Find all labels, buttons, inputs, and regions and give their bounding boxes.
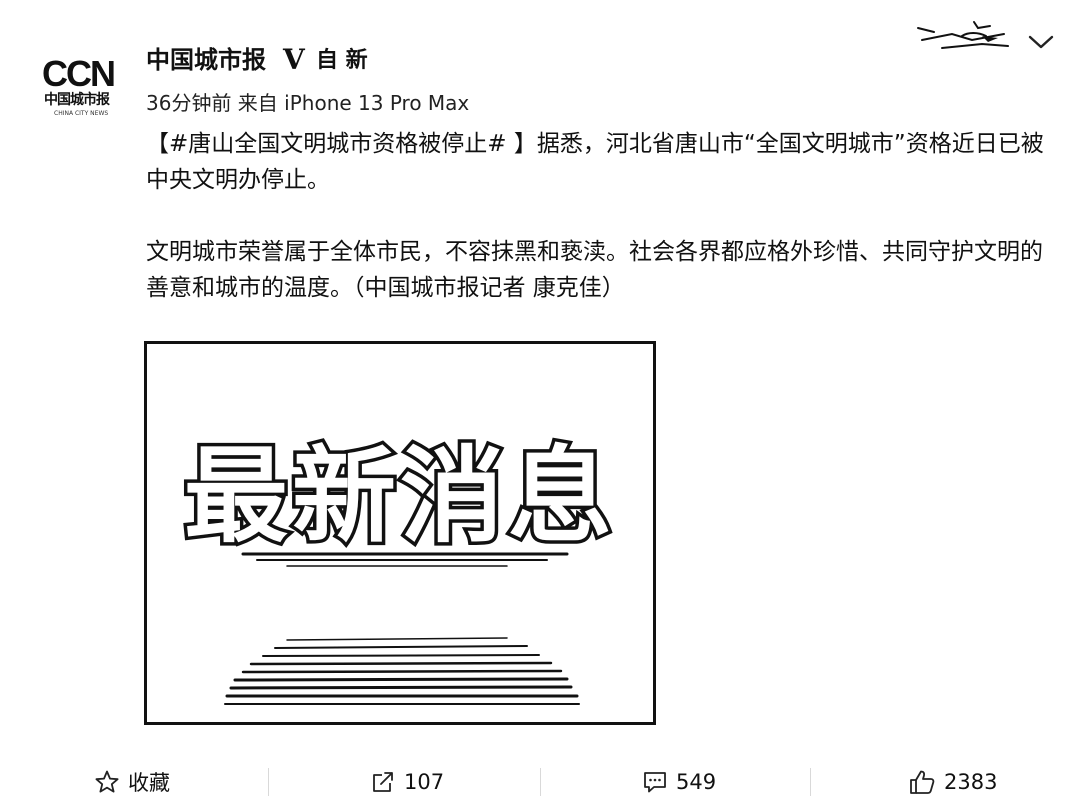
avatar-logo-cn: 中国城市报 [44, 92, 110, 108]
verified-icon: V [283, 43, 305, 76]
like-count: 2383 [944, 770, 998, 794]
favorite-label: 收藏 [128, 771, 170, 795]
image-title-text: 最新消息 [184, 435, 616, 557]
decoration-icon [917, 21, 1009, 49]
post-paragraph-2: 文明城市荣誉属于全体市民，不容抹黑和亵渎。社会各界都应格外珍惜、共同守护文明的善… [146, 239, 1043, 301]
repost-count: 107 [404, 770, 445, 794]
post-text: 【#唐山全国文明城市资格被停止# 】据悉，河北省唐山市“全国文明城市”资格近日已… [146, 126, 1056, 306]
comment-icon [644, 772, 666, 793]
thumbs-up-icon [910, 770, 935, 794]
divider [268, 768, 269, 796]
divider [810, 768, 811, 796]
avatar[interactable]: CCN 中国城市报 CHINA CITY NEWS [38, 48, 124, 128]
avatar-logo-mark: CCN [42, 53, 116, 94]
avatar-logo-en: CHINA CITY NEWS [54, 110, 109, 117]
floor-lines [224, 637, 580, 705]
breaking-news-graphic: 最新消息 [180, 432, 616, 705]
action-bar: 收藏 107 549 2383 [0, 760, 1080, 804]
vip-badge[interactable]: 自 新 [316, 46, 368, 76]
post-image[interactable]: 最新消息 [144, 341, 656, 725]
hashtag-link[interactable]: 【#唐山全国文明城市资格被停止# 】 [146, 131, 537, 157]
divider [540, 768, 541, 796]
repost-icon [373, 772, 393, 792]
repost-button[interactable]: 107 [370, 760, 444, 804]
post-meta: 36分钟前 来自 iPhone 13 Pro Max [146, 91, 470, 115]
comment-count: 549 [676, 770, 717, 794]
comment-button[interactable]: 549 [642, 760, 716, 804]
star-icon [95, 770, 119, 793]
favorite-button[interactable]: 收藏 [94, 760, 170, 804]
post-paragraph-1: 【#唐山全国文明城市资格被停止# 】据悉，河北省唐山市“全国文明城市”资格近日已… [146, 126, 1056, 198]
like-button[interactable]: 2383 [908, 760, 997, 804]
account-name[interactable]: 中国城市报 [146, 42, 266, 78]
chevron-down-icon[interactable] [1026, 30, 1056, 54]
